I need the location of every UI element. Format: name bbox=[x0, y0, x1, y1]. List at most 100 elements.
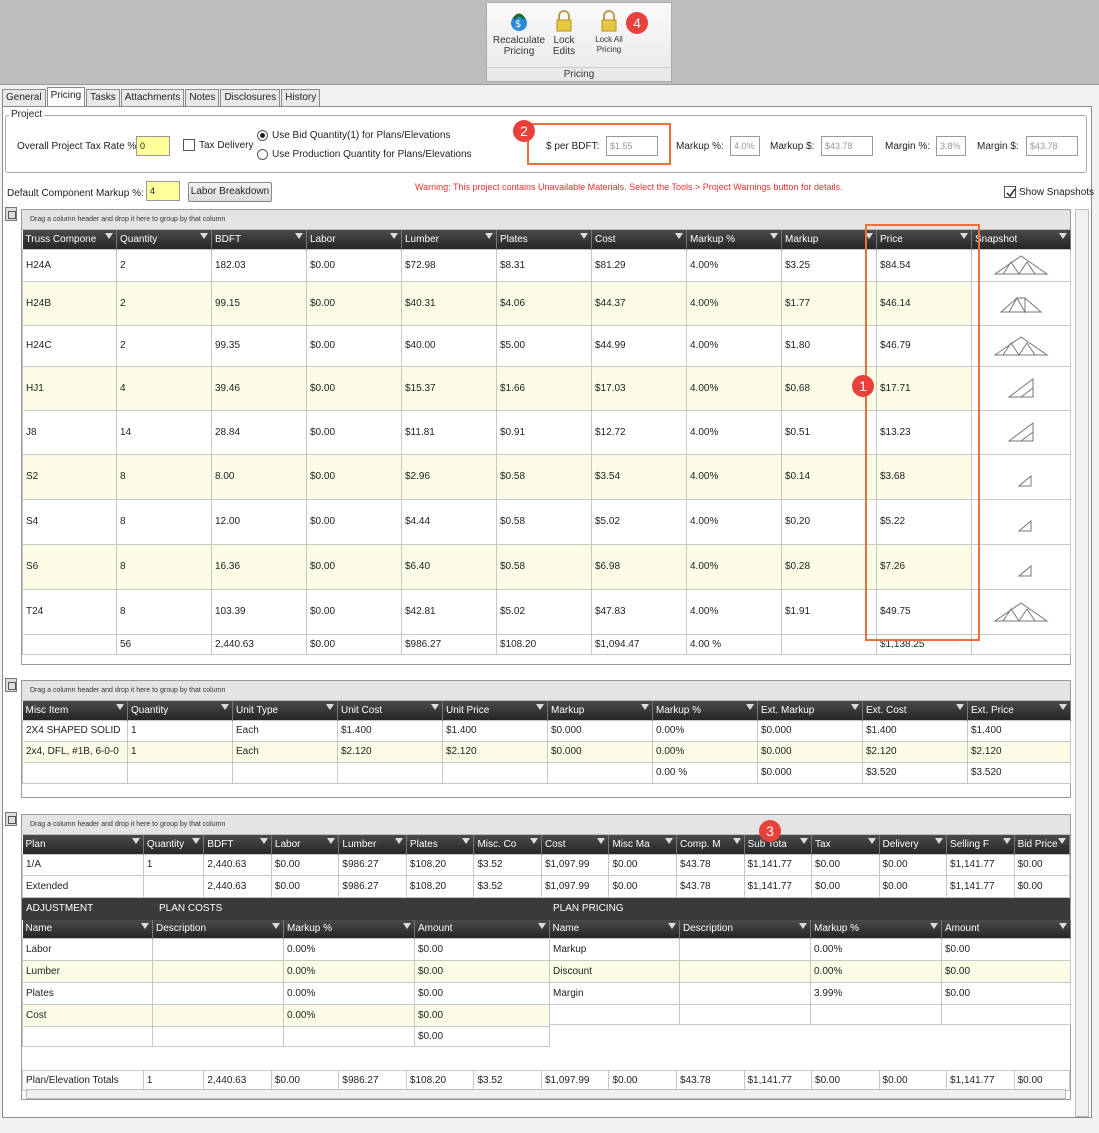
table-cell[interactable]: $1,097.99 bbox=[540, 853, 610, 876]
table-cell[interactable] bbox=[22, 761, 128, 784]
column-header[interactable]: Misc Ma bbox=[608, 835, 677, 854]
filter-icon[interactable] bbox=[800, 838, 809, 844]
table-cell[interactable]: $0.00 bbox=[878, 874, 948, 898]
column-header[interactable]: Labor bbox=[271, 835, 340, 854]
filter-icon[interactable] bbox=[668, 922, 676, 929]
table-cell[interactable]: 0.00% bbox=[283, 1004, 415, 1027]
column-header[interactable]: Ext. Price bbox=[967, 701, 1071, 720]
table-cell[interactable]: 4.00% bbox=[686, 409, 782, 455]
tab-pricing[interactable]: Pricing bbox=[46, 87, 86, 106]
table-cell[interactable]: $0.00 bbox=[306, 324, 402, 367]
default-markup-input[interactable]: 4 bbox=[146, 181, 180, 201]
table-cell[interactable] bbox=[547, 761, 653, 784]
misc-row[interactable]: 2X4 SHAPED SOLID 1 Each $1.400 $1.400 $0.000 0… bbox=[22, 719, 1071, 742]
lock-edits-button[interactable]: Lock Edits bbox=[549, 9, 579, 57]
table-cell[interactable]: $0.58 bbox=[496, 498, 592, 545]
table-cell[interactable]: 2,440.63 bbox=[203, 874, 272, 898]
table-cell[interactable]: $0.00 bbox=[306, 498, 402, 545]
table-cell[interactable] bbox=[22, 633, 117, 655]
table-cell[interactable]: 8.00 bbox=[211, 453, 307, 500]
table-cell[interactable]: $72.98 bbox=[401, 248, 497, 282]
table-cell[interactable]: 0.00% bbox=[810, 938, 942, 961]
table-cell[interactable] bbox=[152, 982, 284, 1005]
table-cell[interactable]: 8 bbox=[116, 588, 212, 635]
table-cell[interactable]: $0.00 bbox=[941, 938, 1071, 961]
table-cell[interactable]: $1.400 bbox=[337, 719, 443, 742]
filter-icon[interactable] bbox=[116, 704, 124, 710]
table-cell[interactable]: 2,440.63 bbox=[203, 853, 272, 876]
table-cell[interactable]: $1,094.47 bbox=[591, 633, 687, 655]
filter-icon[interactable] bbox=[105, 233, 113, 239]
table-cell[interactable]: $5.00 bbox=[496, 324, 592, 367]
filter-icon[interactable] bbox=[746, 704, 754, 710]
table-cell[interactable]: $986.27 bbox=[338, 874, 407, 898]
table-cell[interactable]: Lumber bbox=[22, 960, 153, 983]
table-cell[interactable] bbox=[781, 633, 877, 655]
tab-history[interactable]: History bbox=[281, 89, 321, 106]
table-cell[interactable]: $0.00 bbox=[306, 453, 402, 500]
table-cell[interactable]: $0.00 bbox=[414, 960, 550, 983]
table-cell[interactable]: 4.00% bbox=[686, 588, 782, 635]
per-bdft-input[interactable]: $1.55 bbox=[606, 136, 658, 156]
table-cell[interactable]: Cost bbox=[22, 1004, 153, 1027]
labor-breakdown-button[interactable]: Labor Breakdown bbox=[188, 182, 272, 202]
table-cell[interactable]: $6.98 bbox=[591, 543, 687, 590]
table-cell[interactable]: $47.83 bbox=[591, 588, 687, 635]
table-cell[interactable]: 1/A bbox=[22, 853, 144, 876]
table-cell[interactable] bbox=[142, 874, 205, 898]
vertical-scrollbar[interactable] bbox=[1075, 209, 1089, 1117]
table-cell[interactable]: $108.20 bbox=[405, 874, 475, 898]
table-cell[interactable]: 3.99% bbox=[810, 982, 942, 1005]
table-cell[interactable]: 2 bbox=[116, 280, 212, 326]
table-cell[interactable]: 99.35 bbox=[211, 324, 307, 367]
filter-icon[interactable] bbox=[1002, 838, 1011, 844]
table-cell[interactable]: 4.00 % bbox=[686, 633, 782, 655]
filter-icon[interactable] bbox=[327, 838, 336, 844]
misc-totals-row[interactable]: 0.00 % $0.000 $3.520 $3.520 bbox=[22, 761, 1071, 784]
table-cell[interactable]: 56 bbox=[116, 633, 212, 655]
pricing-blank-row[interactable] bbox=[549, 1004, 1071, 1025]
table-cell[interactable]: 2X4 SHAPED SOLID bbox=[22, 719, 128, 742]
table-cell[interactable] bbox=[283, 1026, 415, 1047]
table-cell[interactable]: J8 bbox=[22, 409, 117, 455]
misc-row[interactable]: 2x4, DFL, #1B, 6-0-0 1 Each $2.120 $2.120 $0.… bbox=[22, 740, 1071, 763]
filter-icon[interactable] bbox=[799, 922, 807, 929]
filter-icon[interactable] bbox=[295, 233, 303, 239]
column-header[interactable]: Name bbox=[22, 919, 153, 939]
table-cell[interactable]: $6.40 bbox=[401, 543, 497, 590]
table-cell[interactable]: 4.00% bbox=[686, 453, 782, 500]
filter-icon[interactable] bbox=[141, 922, 149, 929]
table-cell[interactable]: $0.00 bbox=[414, 1026, 550, 1047]
table-cell[interactable]: HJ1 bbox=[22, 365, 117, 411]
column-header[interactable]: Markup % bbox=[686, 230, 782, 249]
table-cell[interactable] bbox=[127, 761, 233, 784]
column-header[interactable]: Tax bbox=[811, 835, 880, 854]
table-cell[interactable]: $1.91 bbox=[781, 588, 877, 635]
table-cell[interactable]: $0.000 bbox=[547, 740, 653, 763]
table-cell[interactable]: $0.000 bbox=[757, 761, 863, 784]
table-cell[interactable]: 99.15 bbox=[211, 280, 307, 326]
table-cell[interactable]: $3.54 bbox=[591, 453, 687, 500]
table-cell[interactable]: 8 bbox=[116, 498, 212, 545]
table-cell[interactable]: $43.78 bbox=[675, 853, 745, 876]
table-cell[interactable]: 1 bbox=[142, 853, 205, 876]
filter-icon[interactable] bbox=[131, 838, 140, 844]
table-cell[interactable]: Each bbox=[232, 719, 338, 742]
table-cell[interactable]: $44.37 bbox=[591, 280, 687, 326]
filter-icon[interactable] bbox=[462, 838, 471, 844]
column-header[interactable]: Truss Compone bbox=[22, 230, 117, 249]
column-header[interactable]: BDFT bbox=[211, 230, 307, 249]
table-cell[interactable]: 0.00% bbox=[652, 740, 758, 763]
table-cell[interactable]: 2x4, DFL, #1B, 6-0-0 bbox=[22, 740, 128, 763]
column-header[interactable]: Markup % bbox=[652, 701, 758, 720]
markup-pct-input[interactable]: 4.0% bbox=[730, 136, 760, 156]
column-header[interactable]: Markup % bbox=[810, 919, 942, 939]
table-cell[interactable] bbox=[152, 960, 284, 983]
table-cell[interactable]: $1.400 bbox=[442, 719, 548, 742]
table-cell[interactable]: $0.00 bbox=[306, 409, 402, 455]
filter-icon[interactable] bbox=[272, 922, 280, 929]
table-cell[interactable]: 4.00% bbox=[686, 280, 782, 326]
cost-total-row[interactable]: $0.00 bbox=[22, 1026, 550, 1047]
margin-usd-input[interactable]: $43.78 bbox=[1026, 136, 1078, 156]
table-cell[interactable]: Plates bbox=[22, 982, 153, 1005]
